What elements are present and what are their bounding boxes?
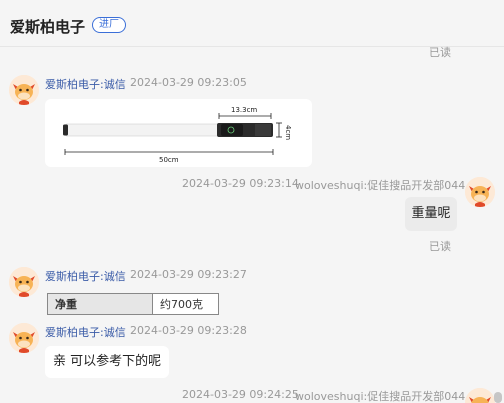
sender-name[interactable]: woloveshuqi:促佳搜品开发部044 — [295, 177, 465, 193]
sender-name[interactable]: 爱斯柏电子:诚信 — [45, 76, 126, 92]
total-length-label: 50cm — [159, 156, 179, 164]
sender-name[interactable]: 爱斯柏电子:诚信 — [45, 268, 126, 284]
sender-name[interactable]: woloveshuqi:促佳搜品开发部044 — [295, 388, 465, 403]
shop-tag-badge: 进厂 — [92, 17, 126, 33]
message-time: 2024-03-29 09:24:25 — [182, 388, 299, 401]
message-time: 2024-03-29 09:23:14 — [182, 177, 299, 190]
sender-name[interactable]: 爱斯柏电子:诚信 — [45, 324, 126, 340]
cartoon-cow-avatar-icon — [9, 267, 39, 297]
scrollbar-thumb[interactable] — [494, 392, 502, 403]
cartoon-cow-avatar-icon — [9, 323, 39, 353]
cartoon-cow-avatar-icon — [9, 75, 39, 105]
avatar[interactable] — [9, 267, 39, 297]
chat-header: 爱斯柏电子 进厂 — [0, 0, 504, 47]
incoming-message-bubble[interactable]: 亲 可以参考下的呢 — [45, 346, 170, 378]
diameter-label: 4cm — [284, 125, 292, 140]
cartoon-cow-avatar-icon — [465, 177, 495, 207]
head-length-label: 13.3cm — [231, 106, 257, 114]
avatar[interactable] — [465, 388, 495, 403]
outgoing-message-bubble[interactable]: 重量呢 — [405, 197, 457, 231]
spec-table: 净重 约700克 — [47, 293, 219, 315]
read-status: 已读 — [429, 46, 451, 59]
table-cell-value: 约700克 — [152, 293, 219, 315]
table-cell-key: 净重 — [47, 293, 153, 315]
shop-name[interactable]: 爱斯柏电子 — [10, 16, 85, 37]
read-status: 已读 — [429, 240, 451, 253]
table-row: 净重 约700克 — [47, 293, 219, 315]
product-dimension-image: 13.3cm 4cm 50cm — [63, 106, 292, 164]
image-message-bubble[interactable]: 13.3cm 4cm 50cm — [45, 99, 312, 167]
avatar[interactable] — [9, 323, 39, 353]
message-time: 2024-03-29 09:23:05 — [130, 76, 247, 89]
message-time: 2024-03-29 09:23:27 — [130, 268, 247, 281]
avatar[interactable] — [465, 177, 495, 207]
avatar[interactable] — [9, 75, 39, 105]
cartoon-cow-avatar-icon — [465, 388, 495, 403]
message-time: 2024-03-29 09:23:28 — [130, 324, 247, 337]
